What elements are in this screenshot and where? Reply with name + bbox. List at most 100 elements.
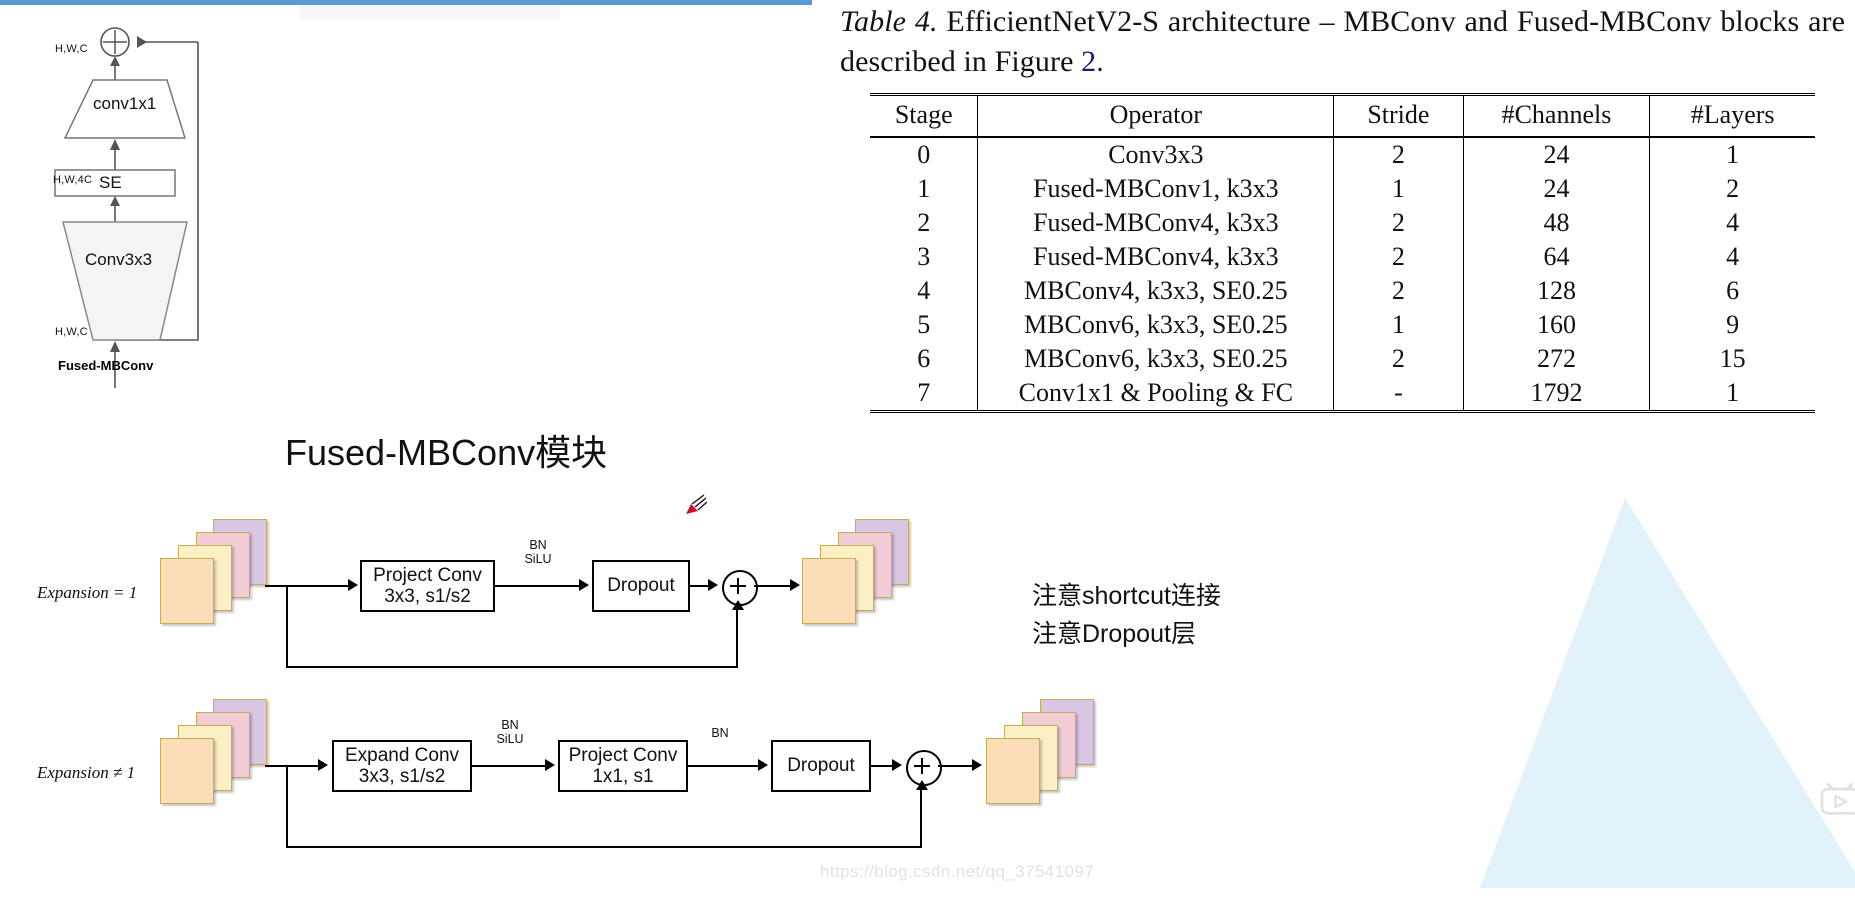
dropout-box: Dropout bbox=[592, 560, 690, 612]
table-cell-stride: 2 bbox=[1333, 274, 1464, 309]
project-conv-box: Project Conv 3x3, s1/s2 bbox=[360, 560, 495, 612]
expand-conv-line1: Expand Conv bbox=[344, 744, 460, 766]
col-header-operator: Operator bbox=[977, 94, 1334, 138]
project-conv-box-row2: Project Conv 1x1, s1 bbox=[558, 740, 688, 792]
col-header-stride: Stride bbox=[1333, 94, 1464, 138]
table-cell-num-layers: 1 bbox=[1649, 376, 1815, 412]
table-head: Stage Operator Stride #Channels #Layers bbox=[870, 94, 1815, 138]
expansion-label-row1: Expansion = 1 bbox=[37, 583, 138, 602]
table-cell-operator: Conv1x1 & Pooling & FC bbox=[977, 376, 1334, 412]
table-cell-num-channels: 24 bbox=[1462, 137, 1650, 173]
tensor-label-top: H,W,C bbox=[55, 43, 88, 55]
table-row: 5 MBConv6, k3x3, SE0.25 1 160 9 bbox=[870, 308, 1815, 343]
table-body: 0 Conv3x3 2 24 1 1 Fused-MBConv1, k3x3 1 24 2 2 Fus… bbox=[870, 137, 1815, 412]
norm-label-line2-row2: SiLU bbox=[496, 732, 524, 747]
output-feature-map-front-row2 bbox=[986, 738, 1040, 804]
table-cell-stage: 7 bbox=[917, 378, 931, 408]
paper-table-region: Table 4. EfficientNetV2-S architecture –… bbox=[840, 2, 1845, 413]
fused-mbconv-schematic: H,W,C H,W,4C H,W,C conv1x1 SE Conv3x3 Fu… bbox=[35, 10, 285, 430]
block-label-se: SE bbox=[99, 173, 122, 192]
flow-diagram-expansion-not-equals-1: Expansion ≠ 1 Expand Conv 3x3, s1/s2 BN … bbox=[0, 680, 1094, 850]
table-cell-num-channels: 24 bbox=[1462, 172, 1650, 207]
norm-label-bn-silu-row1: BN SiLU bbox=[518, 538, 558, 567]
table-cell-operator: Fused-MBConv1, k3x3 bbox=[977, 172, 1334, 207]
table-cell-num-channels: 272 bbox=[1462, 342, 1650, 377]
output-feature-map-front bbox=[802, 558, 856, 624]
table-cell-num-layers: 1 bbox=[1649, 137, 1815, 173]
table-cell-num-channels: 64 bbox=[1462, 240, 1650, 275]
tensor-label-bottom: H,W,C bbox=[55, 326, 88, 338]
arrow-shortcut-into-add-row2 bbox=[916, 780, 928, 790]
watermark-text: https://blog.csdn.net/qq_37541097 bbox=[820, 862, 1095, 881]
table-cell-num-layers: 4 bbox=[1649, 240, 1815, 275]
shortcut-vertical-left-row1 bbox=[286, 585, 288, 668]
caption-figure-link[interactable]: 2 bbox=[1081, 45, 1096, 78]
shortcut-vertical-right-row1 bbox=[736, 608, 738, 666]
table-cell-stride: 1 bbox=[1333, 172, 1464, 207]
table-cell-stage: 0 bbox=[917, 140, 931, 170]
table-row: 6 MBConv6, k3x3, SE0.25 2 272 15 bbox=[870, 342, 1815, 377]
arrow-shortcut-into-add-row1 bbox=[732, 600, 744, 610]
table-cell-operator: Fused-MBConv4, k3x3 bbox=[977, 206, 1334, 241]
table-cell-num-layers: 6 bbox=[1649, 274, 1815, 309]
pen-cursor-icon bbox=[686, 494, 708, 514]
norm-label2-line1-row2: BN bbox=[711, 726, 729, 740]
table-cell-stride: - bbox=[1333, 376, 1464, 412]
col-header-stage: Stage bbox=[894, 100, 953, 130]
col-header-channels: #Channels bbox=[1462, 94, 1650, 138]
norm-label-line1: BN bbox=[529, 538, 547, 552]
shortcut-horizontal-row1 bbox=[286, 666, 738, 668]
note-line-1: 注意shortcut连接 bbox=[1032, 582, 1221, 610]
input-feature-map-front bbox=[160, 558, 214, 624]
block-label-conv3x3: Conv3x3 bbox=[85, 250, 153, 269]
caption-end: . bbox=[1096, 44, 1104, 78]
norm-label-bn-silu-row2: BN SiLU bbox=[490, 718, 530, 747]
expand-conv-box: Expand Conv 3x3, s1/s2 bbox=[332, 740, 472, 792]
arrow-into-output bbox=[790, 579, 800, 591]
tensor-label-middle: H,W,4C bbox=[53, 174, 93, 186]
edge-project-to-dropout bbox=[495, 585, 581, 587]
page-title: Fused-MBConv模块 bbox=[285, 432, 608, 473]
project-conv-line1-row2: Project Conv bbox=[568, 744, 678, 766]
table-cell-operator: MBConv4, k3x3, SE0.25 bbox=[977, 274, 1334, 309]
arrow-into-add bbox=[708, 579, 718, 591]
arrow-into-dropout-row2 bbox=[758, 759, 768, 771]
shortcut-vertical-right-row2 bbox=[920, 788, 922, 846]
table-row: 3 Fused-MBConv4, k3x3 2 64 4 bbox=[870, 240, 1815, 275]
bilibili-logo-icon bbox=[1820, 783, 1855, 815]
note-line-2: 注意Dropout层 bbox=[1032, 619, 1196, 648]
table-cell-operator: MBConv6, k3x3, SE0.25 bbox=[977, 342, 1334, 377]
table-row: 2 Fused-MBConv4, k3x3 2 48 4 bbox=[870, 206, 1815, 241]
table-cell-stride: 1 bbox=[1333, 308, 1464, 343]
table-cell-operator: Conv3x3 bbox=[977, 137, 1334, 173]
table-cell-stage: 5 bbox=[917, 310, 931, 340]
shortcut-horizontal-row2 bbox=[286, 846, 922, 848]
norm-label-line1-row2: BN bbox=[501, 718, 519, 732]
table-cell-num-layers: 15 bbox=[1649, 342, 1815, 377]
table-cell-num-layers: 2 bbox=[1649, 172, 1815, 207]
table-cell-num-channels: 1792 bbox=[1462, 376, 1650, 412]
arrow-into-output-row2 bbox=[972, 759, 982, 771]
table-cell-operator: MBConv6, k3x3, SE0.25 bbox=[977, 308, 1334, 343]
table-cell-stage: 2 bbox=[917, 208, 931, 238]
edge-expand-to-project bbox=[472, 765, 547, 767]
table-header-row: Stage Operator Stride #Channels #Layers bbox=[870, 94, 1815, 138]
shortcut-vertical-left-row2 bbox=[286, 765, 288, 848]
edge-input-to-expand bbox=[265, 765, 320, 767]
table-cell-stride: 2 bbox=[1333, 137, 1464, 173]
arrow-into-expand-conv bbox=[318, 759, 328, 771]
project-conv-line1: Project Conv bbox=[373, 564, 482, 586]
block-label-conv1x1: conv1x1 bbox=[93, 94, 157, 113]
dropout-label-row2: Dropout bbox=[787, 755, 855, 777]
architecture-table: Stage Operator Stride #Channels #Layers … bbox=[870, 93, 1815, 413]
schematic-title: Fused-MBConv bbox=[58, 358, 154, 373]
table-row: 0 Conv3x3 2 24 1 bbox=[870, 137, 1815, 173]
decorative-triangle bbox=[1480, 498, 1855, 888]
arrow-into-project-conv-row2 bbox=[545, 759, 555, 771]
expand-conv-line2: 3x3, s1/s2 bbox=[358, 766, 446, 787]
norm-label-line2: SiLU bbox=[524, 552, 552, 567]
table-cell-num-channels: 160 bbox=[1462, 308, 1650, 343]
arrow-into-add-row2 bbox=[892, 759, 902, 771]
expansion-label-row2: Expansion ≠ 1 bbox=[37, 763, 136, 782]
table-cell-stage: 1 bbox=[917, 174, 931, 204]
